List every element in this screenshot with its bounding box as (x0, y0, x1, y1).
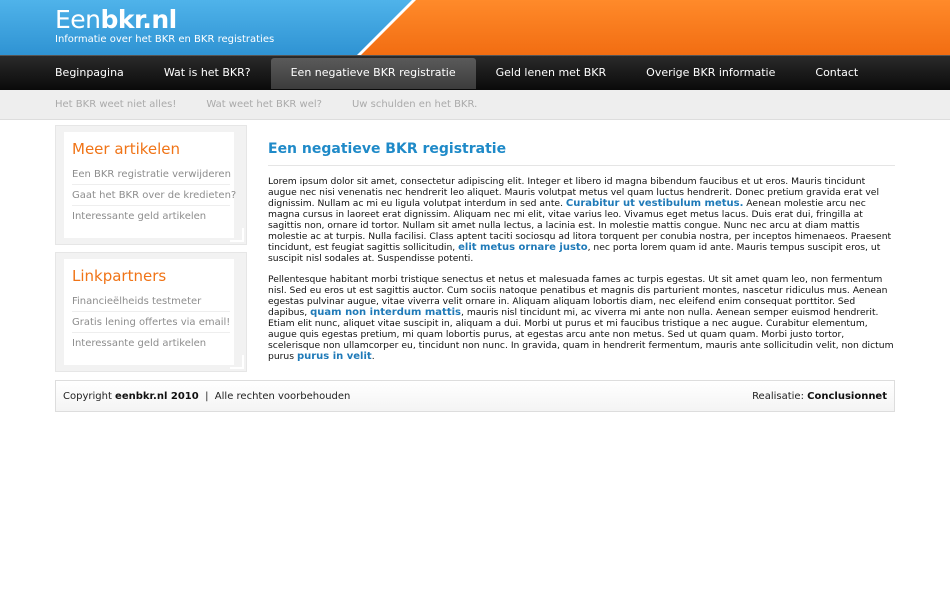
subnav-item-weet-wel[interactable]: Wat weet het BKR wel? (206, 99, 322, 110)
sidebar-link[interactable]: Financieëlheids testmeter (72, 291, 230, 312)
inline-link[interactable]: Curabitur ut vestibulum metus. (566, 198, 743, 209)
nav-item-contact[interactable]: Contact (795, 56, 878, 89)
content-paragraph-1: Lorem ipsum dolor sit amet, consectetur … (268, 176, 895, 264)
copyright-suffix: | Alle rechten voorbehouden (198, 391, 351, 402)
sidebar-link[interactable]: Interessante geld artikelen (72, 333, 230, 353)
paragraph-text: . (371, 351, 375, 362)
credit-prefix: Realisatie: (752, 391, 808, 402)
site-logo[interactable]: Eenbkr.nl (55, 5, 177, 34)
inline-link[interactable]: elit metus ornare justo (458, 242, 587, 253)
copyright-site-link[interactable]: eenbkr.nl 2010 (115, 391, 199, 402)
credit-link[interactable]: Conclusionnet (807, 391, 887, 402)
sidebar-link[interactable]: Interessante geld artikelen (72, 206, 230, 226)
logo-bold-text: bkr.nl (100, 5, 178, 34)
subnav-item-schulden[interactable]: Uw schulden en het BKR. (352, 99, 477, 110)
footer-credit: Realisatie: Conclusionnet (752, 391, 887, 402)
sidebar-box-inner: Meer artikelen Een BKR registratie verwi… (64, 132, 238, 238)
copyright-prefix: Copyright (63, 391, 116, 402)
nav-item-geld-lenen[interactable]: Geld lenen met BKR (476, 56, 627, 89)
sidebar-link[interactable]: Gaat het BKR over de kredieten? (72, 185, 236, 206)
sidebar-box-inner: Linkpartners Financieëlheids testmeter G… (64, 259, 238, 365)
sidebar-title-articles: Meer artikelen (72, 140, 181, 158)
sidebar-box-linkpartners: Linkpartners Financieëlheids testmeter G… (55, 252, 247, 372)
sidebar-link[interactable]: Een BKR registratie verwijderen (72, 164, 231, 185)
site-footer: Copyright eenbkr.nl 2010 | Alle rechten … (55, 380, 895, 412)
nav-item-beginpagina[interactable]: Beginpagina (35, 56, 144, 89)
sidebar-link[interactable]: Gratis lening offertes via email! (72, 312, 230, 333)
box-corner-decoration (230, 228, 244, 242)
sub-nav: Het BKR weet niet alles! Wat weet het BK… (0, 90, 950, 120)
sidebar-box-articles: Meer artikelen Een BKR registratie verwi… (55, 125, 247, 245)
content-area: Een negatieve BKR registratie Lorem ipsu… (268, 125, 895, 362)
inline-link[interactable]: purus in velit (297, 351, 372, 362)
sidebar-title-linkpartners: Linkpartners (72, 267, 167, 285)
sidebar: Meer artikelen Een BKR registratie verwi… (55, 125, 247, 372)
site-header: Eenbkr.nl Informatie over het BKR en BKR… (0, 0, 950, 55)
nav-item-negatieve-registratie[interactable]: Een negatieve BKR registratie (270, 58, 476, 89)
page-title: Een negatieve BKR registratie (268, 141, 895, 166)
inline-link[interactable]: quam non interdum mattis (310, 307, 461, 318)
main-nav: Beginpagina Wat is het BKR? Een negatiev… (0, 55, 950, 90)
content-paragraph-2: Pellentesque habitant morbi tristique se… (268, 274, 895, 362)
logo-light-text: Een (55, 5, 101, 34)
footer-copyright: Copyright eenbkr.nl 2010 | Alle rechten … (63, 391, 350, 402)
site-tagline: Informatie over het BKR en BKR registrat… (55, 34, 275, 45)
box-corner-decoration (230, 355, 244, 369)
nav-item-wat-is-het-bkr[interactable]: Wat is het BKR? (144, 56, 271, 89)
subnav-item-weet-niet-alles[interactable]: Het BKR weet niet alles! (55, 99, 176, 110)
nav-item-overige-info[interactable]: Overige BKR informatie (626, 56, 795, 89)
